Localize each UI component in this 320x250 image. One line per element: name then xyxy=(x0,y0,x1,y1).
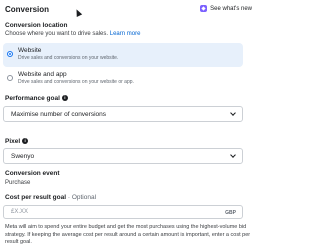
header: Conversion See what's new xyxy=(5,5,254,17)
pixel-label: Pixel i xyxy=(5,138,29,145)
conversion-location-subtitle: Choose where you want to drive sales. Le… xyxy=(5,31,140,37)
cost-per-result-input[interactable]: £X.XX GBP xyxy=(3,205,243,219)
cost-per-result-text: Cost per result goal xyxy=(5,194,67,201)
radio-button[interactable] xyxy=(7,75,13,81)
option-description: Drive sales and conversions on your webs… xyxy=(18,55,119,61)
pixel-select[interactable]: Swenyo xyxy=(3,148,243,164)
optional-tag: · Optional xyxy=(67,194,97,201)
subtitle-text: Choose where you want to drive sales. xyxy=(5,31,109,37)
conversion-event-value: Purchase xyxy=(5,180,31,186)
chevron-down-icon xyxy=(230,110,236,116)
info-icon[interactable]: i xyxy=(22,138,29,145)
info-icon[interactable]: i xyxy=(61,95,68,102)
cost-placeholder: £X.XX xyxy=(11,209,29,215)
pixel-value: Swenyo xyxy=(11,153,35,160)
performance-goal-value: Maximise number of conversions xyxy=(11,111,107,118)
bid-strategy-description: Meta will aim to spend your entire budge… xyxy=(5,224,251,245)
performance-goal-label: Performance goal i xyxy=(5,95,68,102)
performance-goal-text: Performance goal xyxy=(5,95,60,102)
sparkle-icon xyxy=(200,5,208,12)
option-title: Website xyxy=(18,47,42,54)
radio-button-selected[interactable] xyxy=(7,51,13,57)
section-title: Conversion xyxy=(5,5,50,14)
option-website-and-app[interactable]: Website and app Drive sales and conversi… xyxy=(3,67,243,91)
chevron-down-icon xyxy=(230,152,236,158)
performance-goal-select[interactable]: Maximise number of conversions xyxy=(3,106,243,122)
option-description: Drive sales and conversions on your webs… xyxy=(18,79,134,85)
currency-label: GBP xyxy=(225,210,236,216)
learn-more-link[interactable]: Learn more xyxy=(110,31,141,37)
option-website[interactable]: Website Drive sales and conversions on y… xyxy=(3,43,243,67)
whats-new-label: See what's new xyxy=(210,5,252,12)
conversion-location-label: Conversion location xyxy=(5,22,68,29)
conversion-event-label: Conversion event xyxy=(5,170,60,177)
option-title: Website and app xyxy=(18,71,67,78)
cost-per-result-label: Cost per result goal · Optional xyxy=(5,194,96,201)
whats-new-link[interactable]: See what's new xyxy=(200,5,252,12)
pixel-text: Pixel xyxy=(5,138,21,145)
